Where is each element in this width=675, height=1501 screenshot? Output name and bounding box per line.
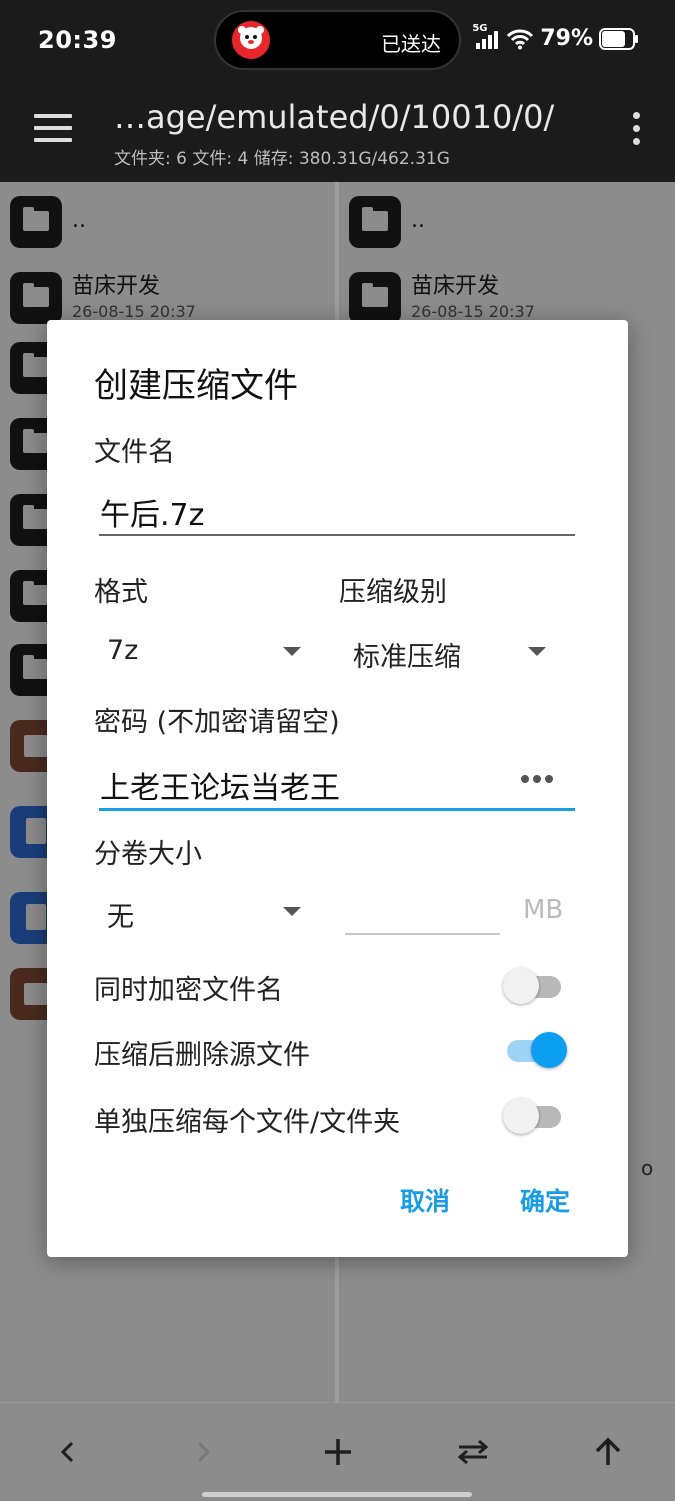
forward-icon [197, 1441, 210, 1463]
swap-icon [457, 1439, 488, 1465]
folder-icon [10, 272, 62, 324]
delete-source-toggle[interactable] [503, 1030, 567, 1070]
filename-label: 文件名 [94, 437, 175, 468]
volume-size-label: 分卷大小 [94, 839, 202, 870]
status-bar: 20:39 已送达 5G 79% [0, 0, 675, 84]
battery-icon [599, 27, 638, 50]
app-bar: …age/emulated/0/10010/0/ 文件夹: 6 文件: 4 储存… [0, 84, 675, 182]
folder-icon [349, 196, 401, 248]
up-icon [595, 1437, 620, 1465]
list-item[interactable]: .. [0, 190, 335, 264]
status-icons: 5G 79% [472, 23, 639, 51]
password-label: 密码 (不加密请留空) [94, 707, 340, 738]
ok-button[interactable]: 确定 [520, 1182, 570, 1218]
forward-button[interactable] [135, 1403, 270, 1501]
separate-archive-label: 单独压缩每个文件/文件夹 [94, 1107, 401, 1138]
add-icon [324, 1439, 351, 1465]
app-avatar-icon [232, 21, 270, 59]
volume-unit: MB [523, 895, 564, 925]
create-archive-dialog: 创建压缩文件 文件名 午后.7z 格式 压缩级别 7z 标准压缩 密码 (不加密… [47, 320, 628, 1257]
level-select[interactable]: 标准压缩 [339, 625, 569, 675]
file-name-peek: o [641, 1156, 654, 1180]
more-options-icon[interactable] [631, 112, 641, 156]
chevron-down-icon [528, 647, 546, 656]
chevron-down-icon [283, 907, 301, 916]
format-label: 格式 [94, 577, 148, 608]
encrypt-filenames-label: 同时加密文件名 [94, 975, 283, 1006]
password-underline [99, 808, 575, 811]
wifi-icon [507, 29, 534, 49]
dynamic-island[interactable]: 已送达 [214, 10, 461, 70]
volume-custom-input[interactable] [345, 933, 500, 935]
menu-icon[interactable] [34, 114, 72, 144]
up-button[interactable] [540, 1403, 675, 1501]
back-icon [60, 1441, 73, 1463]
folder-icon [10, 196, 62, 248]
battery-percent: 79% [540, 26, 593, 51]
filename-input[interactable]: 午后.7z [100, 490, 204, 534]
password-input[interactable]: 上老王论坛当老王 [100, 763, 340, 807]
folder-icon [349, 272, 401, 324]
bottom-toolbar [0, 1402, 675, 1501]
current-path: …age/emulated/0/10010/0/ [114, 98, 555, 136]
notification-text: 已送达 [381, 32, 441, 56]
add-button[interactable] [270, 1403, 405, 1501]
filename-underline [99, 534, 575, 536]
cancel-button[interactable]: 取消 [400, 1182, 450, 1218]
path-info: 文件夹: 6 文件: 4 储存: 380.31G/462.31G [114, 149, 450, 169]
status-time: 20:39 [38, 26, 117, 54]
dialog-title: 创建压缩文件 [94, 366, 298, 406]
show-password-icon[interactable] [521, 775, 555, 785]
format-select[interactable]: 7z [94, 625, 314, 675]
signal-5g-icon: 5G [472, 23, 500, 51]
back-button[interactable] [0, 1403, 135, 1501]
delete-source-label: 压缩后删除源文件 [94, 1040, 310, 1071]
encrypt-filenames-toggle[interactable] [503, 966, 565, 1006]
separate-archive-toggle[interactable] [503, 1096, 565, 1136]
volume-size-select[interactable]: 无 [94, 885, 314, 935]
chevron-down-icon [283, 647, 301, 656]
level-label: 压缩级别 [339, 577, 447, 608]
list-item[interactable]: .. [339, 190, 675, 264]
home-indicator[interactable] [202, 1492, 472, 1497]
swap-button[interactable] [405, 1403, 540, 1501]
